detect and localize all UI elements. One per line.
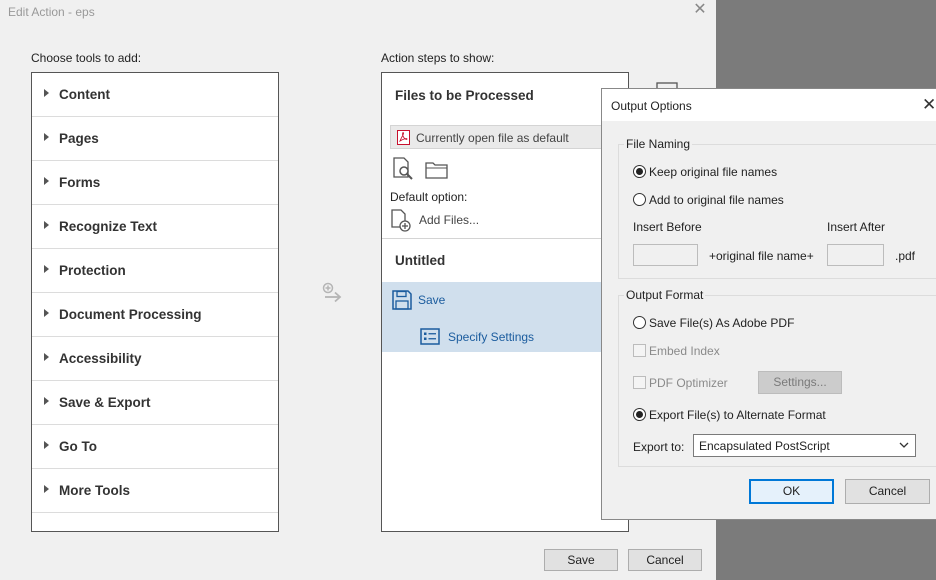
export-alt-label[interactable]: Export File(s) to Alternate Format xyxy=(649,408,826,422)
tool-category-save-export[interactable]: Save & Export xyxy=(32,381,278,425)
divider xyxy=(382,238,628,239)
save-step-label: Save xyxy=(418,293,446,307)
untitled-heading: Untitled xyxy=(395,253,446,268)
expand-triangle-icon xyxy=(44,309,49,317)
save-step-item[interactable]: Save Specify Settings xyxy=(382,282,628,352)
close-icon[interactable]: ✕ xyxy=(692,2,708,18)
save-button[interactable]: Save xyxy=(544,549,618,571)
insert-after-label: Insert After xyxy=(827,220,886,234)
folder-icon[interactable] xyxy=(425,160,449,180)
expand-triangle-icon xyxy=(44,265,49,273)
tool-category-content[interactable]: Content xyxy=(32,73,278,117)
export-format-select[interactable]: Encapsulated PostScript xyxy=(693,434,916,457)
choose-tools-label: Choose tools to add: xyxy=(31,51,142,65)
add-names-label[interactable]: Add to original file names xyxy=(649,193,784,207)
insert-before-label: Insert Before xyxy=(633,220,702,234)
cancel-button[interactable]: Cancel xyxy=(628,549,702,571)
current-file-item[interactable]: Currently open file as default xyxy=(390,125,628,149)
expand-triangle-icon xyxy=(44,485,49,493)
tool-category-label: Document Processing xyxy=(59,307,202,322)
add-step-arrow-icon[interactable] xyxy=(321,282,343,304)
tool-category-label: Go To xyxy=(59,439,97,454)
dialog-titlebar: Output Options ✕ xyxy=(602,89,936,121)
tool-category-label: Recognize Text xyxy=(59,219,158,234)
tool-category-label: More Tools xyxy=(59,483,131,498)
output-options-dialog: Output Options ✕ File Naming Keep origin… xyxy=(601,88,936,520)
tool-category-label: Save & Export xyxy=(59,395,151,410)
tool-category-pages[interactable]: Pages xyxy=(32,117,278,161)
insert-after-field[interactable] xyxy=(827,244,884,266)
tool-category-more-tools[interactable]: More Tools xyxy=(32,469,278,513)
cancel-button[interactable]: Cancel xyxy=(845,479,930,504)
add-names-radio[interactable] xyxy=(633,193,646,206)
dialog-title: Output Options xyxy=(611,99,692,113)
expand-triangle-icon xyxy=(44,89,49,97)
save-as-pdf-radio[interactable] xyxy=(633,316,646,329)
expand-triangle-icon xyxy=(44,221,49,229)
tool-category-label: Accessibility xyxy=(59,351,142,366)
expand-triangle-icon xyxy=(44,133,49,141)
ok-button[interactable]: OK xyxy=(749,479,834,504)
tools-list: Content Pages Forms Recognize Text Prote… xyxy=(31,72,279,532)
search-document-icon[interactable] xyxy=(392,157,414,181)
window-title: Edit Action - eps xyxy=(8,5,95,19)
tool-category-recognize-text[interactable]: Recognize Text xyxy=(32,205,278,249)
embed-index-checkbox[interactable] xyxy=(633,344,646,357)
settings-button[interactable]: Settings... xyxy=(758,371,842,394)
action-steps-label: Action steps to show: xyxy=(381,51,495,65)
expand-triangle-icon xyxy=(44,441,49,449)
tool-category-label: Forms xyxy=(59,175,101,190)
file-naming-label: File Naming xyxy=(624,137,693,151)
pdf-file-icon xyxy=(397,130,410,145)
export-format-value: Encapsulated PostScript xyxy=(699,439,830,453)
current-file-label: Currently open file as default xyxy=(416,131,569,145)
chevron-down-icon xyxy=(899,442,909,448)
pdf-optimizer-checkbox[interactable] xyxy=(633,376,646,389)
tool-category-label: Pages xyxy=(59,131,99,146)
pdf-optimizer-label: PDF Optimizer xyxy=(649,376,728,390)
tool-category-go-to[interactable]: Go To xyxy=(32,425,278,469)
tool-category-label: Content xyxy=(59,87,110,102)
extension-label: .pdf xyxy=(895,249,916,263)
export-alt-radio[interactable] xyxy=(633,408,646,421)
tool-category-protection[interactable]: Protection xyxy=(32,249,278,293)
add-files-button[interactable]: Add Files... xyxy=(390,209,510,233)
save-as-pdf-label[interactable]: Save File(s) As Adobe PDF xyxy=(649,316,794,330)
tool-category-document-processing[interactable]: Document Processing xyxy=(32,293,278,337)
close-icon[interactable]: ✕ xyxy=(922,96,936,113)
save-floppy-icon xyxy=(392,290,412,310)
output-format-label: Output Format xyxy=(624,288,706,302)
tool-category-forms[interactable]: Forms xyxy=(32,161,278,205)
tool-category-label: Protection xyxy=(59,263,126,278)
action-steps-list: Files to be Processed Currently open fil… xyxy=(381,72,629,532)
default-option-label: Default option: xyxy=(390,190,468,204)
tool-category-accessibility[interactable]: Accessibility xyxy=(32,337,278,381)
original-name-label: +original file name+ xyxy=(709,249,814,263)
expand-triangle-icon xyxy=(44,397,49,405)
add-files-label: Add Files... xyxy=(419,213,480,227)
embed-index-label: Embed Index xyxy=(649,344,720,358)
keep-names-radio[interactable] xyxy=(633,165,646,178)
settings-list-icon[interactable] xyxy=(420,328,440,345)
specify-settings-link[interactable]: Specify Settings xyxy=(448,330,534,344)
keep-names-label[interactable]: Keep original file names xyxy=(649,165,777,179)
expand-triangle-icon xyxy=(44,353,49,361)
export-to-label: Export to: xyxy=(633,440,685,454)
add-file-icon xyxy=(391,209,411,232)
insert-before-field[interactable] xyxy=(633,244,698,266)
files-to-process-heading: Files to be Processed xyxy=(395,88,534,103)
expand-triangle-icon xyxy=(44,177,49,185)
